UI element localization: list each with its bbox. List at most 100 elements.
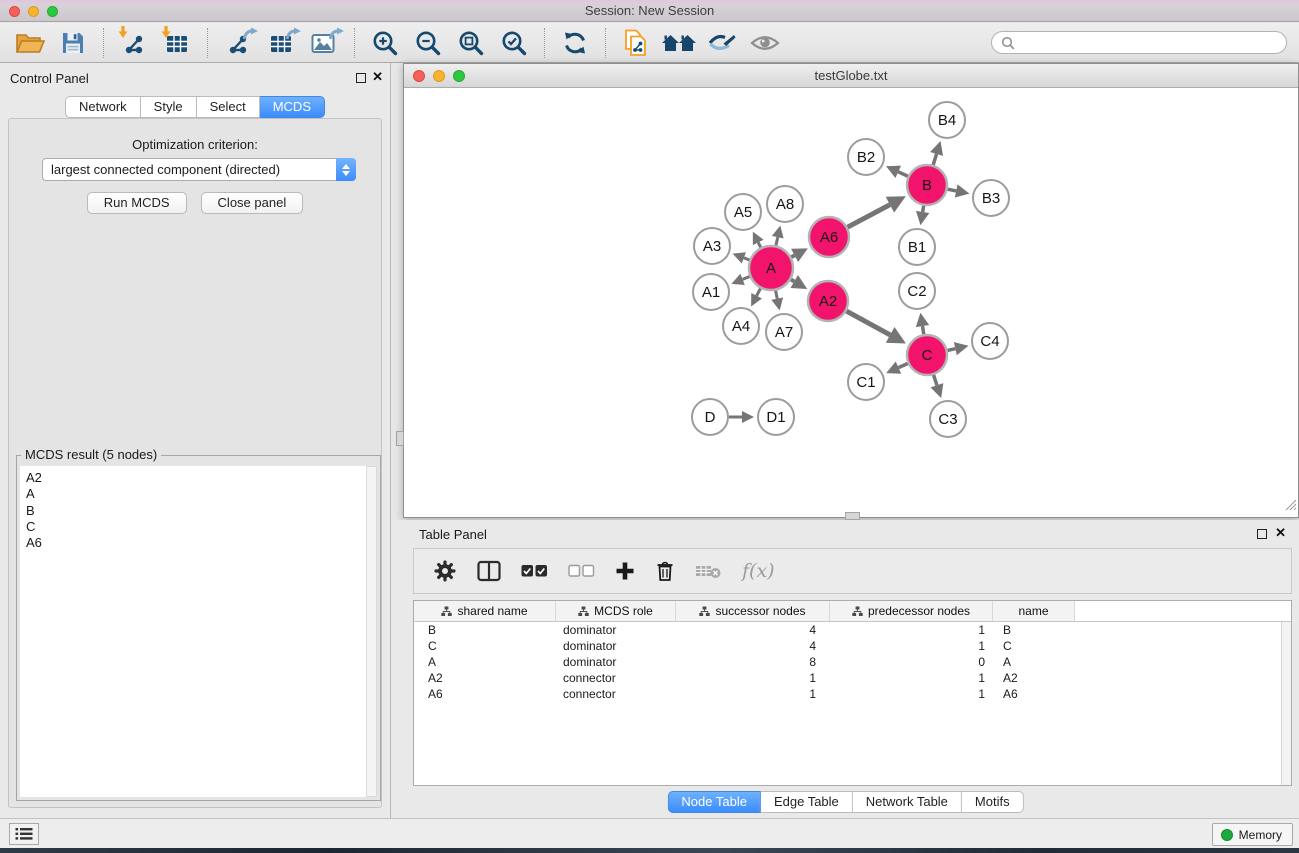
edge-D-D1[interactable] [729,411,754,423]
table-row[interactable]: A2connector11A2 [414,670,1291,686]
export-network-button[interactable] [220,27,256,59]
search-box[interactable] [991,31,1287,54]
edge-C-C3[interactable] [931,375,944,398]
function-builder-button[interactable]: f(x) [742,560,775,582]
table-cell[interactable]: A6 [414,686,556,702]
tab-motifs[interactable]: Motifs [962,791,1024,813]
node-C3[interactable]: C3 [930,401,966,437]
column-header-successor-nodes[interactable]: successor nodes [676,601,830,621]
node-A1[interactable]: A1 [693,274,729,310]
export-table-button[interactable] [263,27,299,59]
duplicate-network-button[interactable] [618,27,654,59]
minimize-window-button[interactable] [28,6,39,17]
edge-A-A8[interactable] [772,225,784,245]
mcds-result-item[interactable]: B [26,503,366,519]
import-network-button[interactable] [116,27,152,59]
table-cell[interactable]: 1 [830,622,993,638]
node-A5[interactable]: A5 [725,194,761,230]
table-cell[interactable]: A2 [993,670,1075,686]
table-cell[interactable]: 4 [676,638,830,654]
run-mcds-button[interactable]: Run MCDS [87,192,187,214]
table-cell[interactable]: B [993,622,1075,638]
node-A6[interactable]: A6 [809,217,849,257]
table-row[interactable]: Bdominator41B [414,622,1291,638]
resize-grip-icon[interactable] [1284,498,1297,516]
edge-A-A5[interactable] [753,232,764,248]
splitter-handle-bottom[interactable] [845,512,860,520]
edge-A-A2[interactable] [790,275,807,289]
open-session-button[interactable] [12,27,48,59]
tab-network-table[interactable]: Network Table [853,791,962,813]
edge-B-B2[interactable] [886,166,908,178]
import-table-button[interactable] [159,27,195,59]
zoom-selected-button[interactable] [496,27,532,59]
edge-A-A3[interactable] [733,252,750,263]
deselect-all-button[interactable] [568,564,595,578]
show-columns-button[interactable] [477,560,501,582]
close-panel-icon[interactable]: ✕ [372,70,383,84]
node-B4[interactable]: B4 [929,102,965,138]
table-cell[interactable]: 1 [830,638,993,654]
node-A8[interactable]: A8 [767,186,803,222]
table-row[interactable]: Adominator80A [414,654,1291,670]
mcds-result-item[interactable]: A6 [26,535,366,551]
table-cell[interactable]: connector [556,686,676,702]
mcds-result-item[interactable]: C [26,519,366,535]
table-row[interactable]: Cdominator41C [414,638,1291,654]
table-cell[interactable]: 1 [676,686,830,702]
node-C2[interactable]: C2 [899,273,935,309]
splitter-handle-left[interactable] [396,431,404,446]
edge-C-C4[interactable] [947,342,968,355]
task-history-button[interactable] [9,823,39,845]
table-row[interactable]: A6connector11A6 [414,686,1291,702]
table-cell[interactable]: 1 [830,686,993,702]
table-cell[interactable]: B [414,622,556,638]
delete-button[interactable] [655,560,675,582]
table-cell[interactable]: A [414,654,556,670]
delete-column-button[interactable] [695,563,722,579]
criterion-dropdown[interactable]: largest connected component (directed) [42,158,356,181]
table-cell[interactable]: dominator [556,654,676,670]
tab-style[interactable]: Style [141,96,197,118]
node-A3[interactable]: A3 [694,228,730,264]
column-header-predecessor-nodes[interactable]: predecessor nodes [830,601,993,621]
edge-A-A6[interactable] [791,248,808,262]
table-cell[interactable]: dominator [556,638,676,654]
node-C[interactable]: C [907,335,947,375]
node-A7[interactable]: A7 [766,314,802,350]
column-header-mcds-role[interactable]: MCDS role [556,601,676,621]
tab-select[interactable]: Select [197,96,260,118]
node-D1[interactable]: D1 [758,399,794,435]
node-D[interactable]: D [692,399,728,435]
edge-A-A4[interactable] [751,288,762,306]
table-cell[interactable]: 4 [676,622,830,638]
zoom-window-button[interactable] [47,6,58,17]
edge-A6-B[interactable] [848,196,906,227]
table-cell[interactable]: connector [556,670,676,686]
style-edit-button[interactable] [704,27,740,59]
table-cell[interactable]: C [414,638,556,654]
table-cell[interactable]: 1 [676,670,830,686]
node-A[interactable]: A [749,246,793,290]
edge-A-A1[interactable] [731,274,749,285]
refresh-layout-button[interactable] [557,27,593,59]
zoom-network-button[interactable] [453,70,465,82]
tab-edge-table[interactable]: Edge Table [761,791,853,813]
edge-C-C1[interactable] [886,361,908,373]
table-cell[interactable]: A6 [993,686,1075,702]
minimize-network-button[interactable] [433,70,445,82]
column-header-name[interactable]: name [993,601,1075,621]
node-A4[interactable]: A4 [723,308,759,344]
select-all-button[interactable] [521,564,548,578]
mcds-result-item[interactable]: A [26,486,366,502]
float-panel-icon[interactable] [1257,529,1267,539]
search-input[interactable] [1020,34,1277,51]
table-cell[interactable]: C [993,638,1075,654]
table-cell[interactable]: 8 [676,654,830,670]
edge-B-B1[interactable] [916,206,929,226]
home-view-button[interactable] [661,27,697,59]
table-cell[interactable]: A2 [414,670,556,686]
zoom-in-button[interactable] [367,27,403,59]
zoom-fit-button[interactable] [453,27,489,59]
show-graphics-details-button[interactable] [747,27,783,59]
